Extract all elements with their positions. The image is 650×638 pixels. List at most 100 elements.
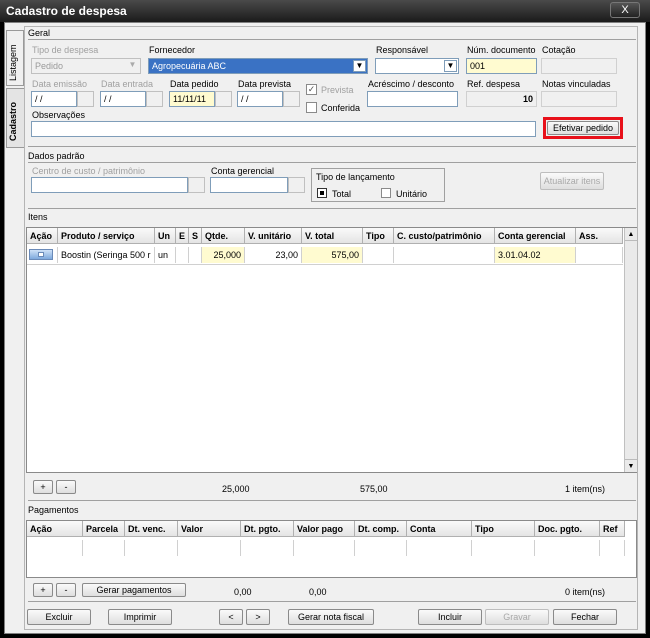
prevista-checkbox[interactable]: ✓	[306, 84, 317, 95]
conta-gerencial-input[interactable]	[210, 177, 288, 193]
add-item-button[interactable]: +	[33, 480, 53, 494]
col-pg-dt-pgto[interactable]: Dt. pgto.	[241, 521, 294, 537]
pg-cell	[241, 540, 294, 556]
gerar-pagamentos-button[interactable]: Gerar pagamentos	[82, 583, 186, 597]
fornecedor-chevron-down-icon[interactable]: ▼	[353, 60, 366, 72]
imprimir-button[interactable]: Imprimir	[108, 609, 172, 625]
section-dados-padrao-label: Dados padrão	[28, 151, 85, 161]
col-pg-parcela[interactable]: Parcela	[83, 521, 125, 537]
remove-pagamento-button[interactable]: -	[56, 583, 76, 597]
data-emissao-calendar-icon[interactable]	[77, 91, 94, 107]
col-pg-doc-pgto[interactable]: Doc. pgto.	[535, 521, 600, 537]
pagamentos-total-valor: 0,00	[234, 587, 252, 597]
tab-cadastro-label: Cadastro	[8, 101, 18, 141]
centro-custo-label: Centro de custo / patrimônio	[32, 166, 146, 176]
col-pg-tipo[interactable]: Tipo	[472, 521, 535, 537]
col-v-unitario[interactable]: V. unitário	[245, 228, 302, 244]
pagamentos-total-pago: 0,00	[309, 587, 327, 597]
row-action-cell[interactable]	[27, 247, 58, 263]
fechar-button[interactable]: Fechar	[553, 609, 617, 625]
incluir-button[interactable]: Incluir	[418, 609, 482, 625]
gravar-button: Gravar	[485, 609, 549, 625]
data-pedido-label: Data pedido	[170, 79, 219, 89]
data-prevista-calendar-icon[interactable]	[283, 91, 300, 107]
section-pagamentos-label: Pagamentos	[28, 505, 79, 515]
col-pg-dt-comp[interactable]: Dt. comp.	[355, 521, 407, 537]
data-emissao-value: / /	[35, 94, 43, 104]
col-tipo[interactable]: Tipo	[363, 228, 394, 244]
cell-ass	[576, 247, 623, 263]
section-divider	[28, 162, 636, 163]
col-pg-conta[interactable]: Conta	[407, 521, 472, 537]
col-pg-acao[interactable]: Ação	[27, 521, 83, 537]
conta-gerencial-lookup-icon[interactable]	[288, 177, 305, 193]
total-radio[interactable]	[317, 188, 327, 198]
centro-custo-input[interactable]	[31, 177, 188, 193]
data-emissao-input[interactable]: / /	[31, 91, 77, 107]
efetivar-pedido-button[interactable]: Efetivar pedido	[547, 121, 619, 135]
notas-vinculadas-field	[541, 91, 617, 107]
table-row[interactable]: Boostin (Seringa 500 r un 25,000 23,00 5…	[27, 247, 623, 265]
prev-button[interactable]: <	[219, 609, 243, 625]
section-divider	[28, 208, 636, 209]
add-pagamento-button[interactable]: +	[33, 583, 53, 597]
col-ass[interactable]: Ass.	[576, 228, 623, 244]
table-row[interactable]	[27, 540, 625, 558]
num-documento-input[interactable]: 001	[466, 58, 537, 74]
col-s[interactable]: S	[189, 228, 202, 244]
tab-listagem-label: Listagem	[8, 44, 18, 81]
col-v-total[interactable]: V. total	[302, 228, 363, 244]
excluir-button[interactable]: Excluir	[27, 609, 91, 625]
acrescimo-input[interactable]	[367, 91, 458, 107]
observacoes-input[interactable]	[31, 121, 536, 137]
conferida-checkbox[interactable]	[306, 102, 317, 113]
col-ccusto[interactable]: C. custo/patrimônio	[394, 228, 495, 244]
close-button[interactable]: X	[610, 2, 640, 18]
itens-header-row: Ação Produto / serviço Un E S Qtde. V. u…	[27, 228, 623, 246]
data-prevista-input[interactable]: / /	[237, 91, 283, 107]
tab-listagem[interactable]: Listagem	[6, 30, 24, 86]
data-entrada-calendar-icon[interactable]	[146, 91, 163, 107]
col-conta[interactable]: Conta gerencial	[495, 228, 576, 244]
col-produto[interactable]: Produto / serviço	[58, 228, 155, 244]
fornecedor-select[interactable]: Agropecuária ABC	[148, 58, 368, 74]
ref-despesa-value: 10	[522, 94, 533, 104]
unitario-label: Unitário	[396, 189, 428, 199]
num-documento-label: Núm. documento	[467, 45, 536, 55]
data-pedido-input[interactable]: 11/11/11	[169, 91, 215, 107]
conferida-label: Conferida	[321, 103, 361, 113]
remove-item-button[interactable]: -	[56, 480, 76, 494]
data-pedido-value: 11/11/11	[173, 94, 207, 104]
cell-s	[189, 247, 202, 263]
col-pg-valor[interactable]: Valor	[178, 521, 241, 537]
atualizar-itens-button: Atualizar itens	[540, 172, 604, 190]
pg-cell	[178, 540, 241, 556]
responsavel-chevron-down-icon[interactable]: ▼	[444, 60, 457, 72]
tipo-despesa-select: Pedido	[31, 58, 141, 74]
col-qtde[interactable]: Qtde.	[202, 228, 245, 244]
itens-scrollbar[interactable]: ▲ ▼	[624, 228, 637, 472]
data-entrada-input[interactable]: / /	[100, 91, 146, 107]
data-pedido-calendar-icon[interactable]	[215, 91, 232, 107]
next-button[interactable]: >	[246, 609, 270, 625]
data-entrada-value: / /	[104, 94, 112, 104]
gerar-nota-fiscal-button[interactable]: Gerar nota fiscal	[288, 609, 374, 625]
pg-cell	[472, 540, 535, 556]
section-divider	[28, 601, 636, 602]
scroll-up-icon[interactable]: ▲	[625, 228, 637, 241]
col-un[interactable]: Un	[155, 228, 176, 244]
col-e[interactable]: E	[176, 228, 189, 244]
fornecedor-label: Fornecedor	[149, 45, 196, 55]
unitario-radio[interactable]	[381, 188, 391, 198]
centro-custo-lookup-icon[interactable]	[188, 177, 205, 193]
col-pg-ref[interactable]: Ref	[600, 521, 625, 537]
row-action-icon[interactable]	[29, 249, 53, 260]
ref-despesa-label: Ref. despesa	[467, 79, 521, 89]
col-pg-valor-pago[interactable]: Valor pago	[294, 521, 355, 537]
data-emissao-label: Data emissão	[32, 79, 88, 89]
scroll-down-icon[interactable]: ▼	[625, 459, 637, 472]
col-acao[interactable]: Ação	[27, 228, 58, 244]
prevista-label: Prevista	[321, 85, 354, 95]
tab-cadastro[interactable]: Cadastro	[6, 88, 24, 148]
col-pg-dt-venc[interactable]: Dt. venc.	[125, 521, 178, 537]
